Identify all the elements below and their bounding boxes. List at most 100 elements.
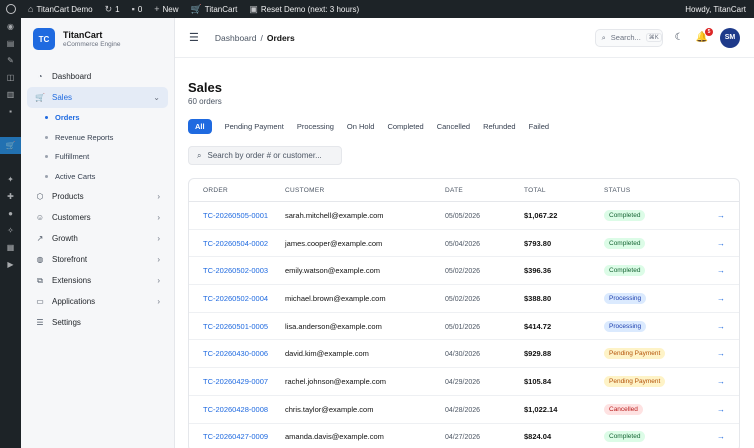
plus-icon: + [154, 4, 160, 14]
sidebar-item-customers[interactable]: ☺ Customers › [27, 207, 168, 228]
order-id-link[interactable]: TC-20260505-0001 [203, 211, 268, 220]
column-header-date[interactable]: DATE [445, 187, 524, 194]
table-row[interactable]: TC-20260427-0009 amanda.davis@example.com… [189, 424, 739, 448]
customer-email: emily.watson@example.com [285, 266, 381, 276]
order-id-link[interactable]: TC-20260502-0004 [203, 294, 268, 303]
comments-menu-icon[interactable]: ▪ [0, 103, 21, 120]
filter-tab-pending-payment[interactable]: Pending Payment [225, 122, 284, 131]
arrow-right-icon[interactable]: → [717, 239, 725, 248]
order-id-link[interactable]: TC-20260427-0009 [203, 432, 268, 441]
table-row[interactable]: TC-20260505-0001 sarah.mitchell@example.c… [189, 202, 739, 230]
order-id-link[interactable]: TC-20260502-0003 [203, 266, 268, 275]
pages-menu-icon[interactable]: ▥ [0, 86, 21, 103]
updates-link[interactable]: ↻ 1 [99, 0, 126, 18]
order-id-link[interactable]: TC-20260428-0008 [203, 405, 268, 414]
arrow-right-icon[interactable]: → [717, 432, 725, 441]
wp-logo-button[interactable] [0, 0, 22, 18]
breadcrumb: Dashboard / Orders [215, 33, 295, 43]
column-header-total[interactable]: TOTAL [524, 187, 604, 194]
column-header-customer[interactable]: CUSTOMER [285, 187, 445, 194]
filter-tab-failed[interactable]: Failed [529, 122, 549, 131]
pin-menu-icon[interactable]: ✎ [0, 52, 21, 69]
arrow-right-icon[interactable]: → [717, 211, 725, 220]
play-menu-icon[interactable]: ▶ [0, 256, 21, 273]
search-icon: ⌕ [601, 32, 606, 42]
breadcrumb-separator: / [260, 32, 263, 43]
box-icon: ⬡ [36, 192, 44, 201]
arrow-right-icon[interactable]: → [717, 294, 725, 303]
table-row[interactable]: TC-20260504-0002 james.cooper@example.com… [189, 230, 739, 258]
order-date: 05/04/2026 [445, 240, 481, 248]
filter-tab-cancelled[interactable]: Cancelled [437, 122, 470, 131]
filter-tab-refunded[interactable]: Refunded [483, 122, 516, 131]
reset-demo-link[interactable]: ▣ Reset Demo (next: 3 hours) [243, 0, 365, 18]
site-name-link[interactable]: ⌂ TitanCart Demo [22, 0, 99, 18]
comments-link[interactable]: ▪ 0 [126, 0, 149, 18]
filter-tab-on-hold[interactable]: On Hold [347, 122, 375, 131]
sidebar-item-sales[interactable]: 🛒 Sales ⌄ [27, 87, 168, 108]
media-menu-icon[interactable]: ◫ [0, 69, 21, 86]
table-row[interactable]: TC-20260502-0004 michael.brown@example.co… [189, 285, 739, 313]
order-total: $793.80 [524, 238, 552, 248]
filter-tab-completed[interactable]: Completed [387, 122, 423, 131]
column-header-order[interactable]: ORDER [189, 187, 285, 194]
users-menu-icon[interactable]: ● [0, 205, 21, 222]
order-id-link[interactable]: TC-20260504-0002 [203, 239, 268, 248]
table-row[interactable]: TC-20260501-0005 lisa.anderson@example.co… [189, 313, 739, 341]
breadcrumb-dashboard-link[interactable]: Dashboard [215, 33, 257, 43]
order-total: $388.80 [524, 293, 552, 303]
tools-menu-icon[interactable]: ✧ [0, 222, 21, 239]
sidebar-item-settings[interactable]: ☰ Settings [27, 312, 168, 333]
chevron-right-icon: › [157, 255, 160, 264]
arrow-right-icon[interactable]: → [717, 405, 725, 414]
page-title: Sales [188, 80, 222, 95]
order-date: 04/29/2026 [445, 378, 481, 386]
theme-toggle-moon-icon[interactable]: ☾ [675, 32, 684, 43]
arrow-right-icon[interactable]: → [717, 349, 725, 358]
table-row[interactable]: TC-20260428-0008 chris.taylor@example.com… [189, 396, 739, 424]
arrow-right-icon[interactable]: → [717, 266, 725, 275]
new-content-link[interactable]: + New [148, 0, 184, 18]
order-search-input[interactable]: ⌕ Search by order # or customer... [188, 146, 342, 165]
sidebar-subitem-active-carts[interactable]: Active Carts [45, 167, 168, 187]
titancart-link[interactable]: 🛒 TitanCart [185, 0, 244, 18]
sidebar-subitem-revenue-reports[interactable]: Revenue Reports [45, 128, 168, 148]
global-search-input[interactable]: ⌕ Search... ⌘K [594, 28, 663, 47]
sidebar-item-dashboard[interactable]: ◔ Dashboard [27, 66, 168, 87]
column-header-status[interactable]: STATUS [604, 187, 712, 194]
sidebar-item-extensions[interactable]: ⧉ Extensions › [27, 270, 168, 291]
table-row[interactable]: TC-20260502-0003 emily.watson@example.com… [189, 257, 739, 286]
search-shortcut: ⌘K [645, 33, 662, 42]
order-id-link[interactable]: TC-20260429-0007 [203, 377, 268, 386]
table-row[interactable]: TC-20260429-0007 rachel.johnson@example.c… [189, 368, 739, 396]
sidebar-item-growth[interactable]: ↗ Growth › [27, 228, 168, 249]
sidebar-subitem-fulfillment[interactable]: Fulfillment [45, 147, 168, 167]
user-avatar[interactable]: SM [720, 27, 740, 48]
order-id-link[interactable]: TC-20260501-0005 [203, 322, 268, 331]
brand-subtitle: eCommerce Engine [63, 41, 121, 48]
howdy-account-link[interactable]: Howdy, TitanCart [679, 0, 754, 18]
notifications-bell-icon[interactable]: 🔔 5 [696, 28, 713, 43]
settings-menu-icon[interactable]: ▦ [0, 239, 21, 256]
filter-tab-all[interactable]: All [188, 118, 212, 134]
status-badge: Pending Payment [604, 375, 666, 387]
plugins-menu-icon[interactable]: ✚ [0, 188, 21, 205]
appearance-menu-icon[interactable]: ✦ [0, 171, 21, 188]
dashboard-menu-icon[interactable]: ◉ [0, 18, 21, 35]
arrow-right-icon[interactable]: → [717, 377, 725, 386]
trending-icon: ↗ [36, 234, 44, 243]
arrow-right-icon[interactable]: → [717, 322, 725, 331]
titancart-menu-icon[interactable]: 🛒 [0, 137, 21, 154]
sidebar-item-storefront[interactable]: ◍ Storefront › [27, 249, 168, 270]
customer-email: rachel.johnson@example.com [285, 376, 386, 386]
status-filter-tabs: All Pending Payment Processing On Hold C… [188, 118, 741, 134]
table-row[interactable]: TC-20260430-0006 david.kim@example.com 04/… [189, 340, 739, 369]
sidebar-subitem-orders[interactable]: Orders [45, 108, 168, 128]
hamburger-menu-icon[interactable]: ☰ [189, 31, 199, 44]
sidebar-item-applications[interactable]: ▭ Applications › [27, 291, 168, 312]
filter-tab-processing[interactable]: Processing [297, 122, 334, 131]
posts-menu-icon[interactable]: ▤ [0, 35, 21, 52]
sidebar-item-products[interactable]: ⬡ Products › [27, 186, 168, 207]
order-id-link[interactable]: TC-20260430-0006 [203, 349, 268, 358]
order-date: 04/28/2026 [445, 406, 481, 414]
